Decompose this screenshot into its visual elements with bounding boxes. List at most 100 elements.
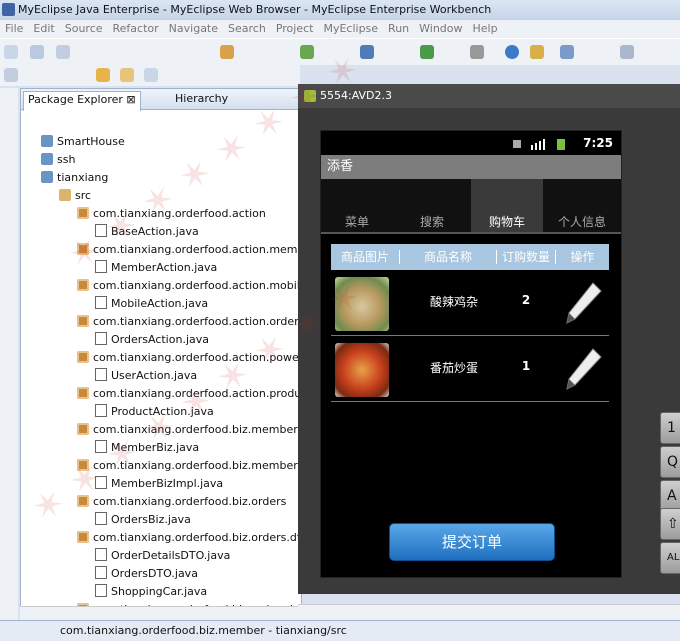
tree-item-label: com.tianxiang.orderfood.biz.orders.dto [93,531,308,544]
tree-item-label: MobileAction.java [111,297,209,310]
dish-quantity: 1 [521,359,531,373]
tree-item-label: ssh [57,153,76,166]
tree-item[interactable]: com.tianxiang.orderfood.action.member [77,241,316,259]
menu-myeclipse[interactable]: MyEclipse [318,20,383,35]
app-tab-bar: 菜单 搜索 购物车 个人信息 [321,179,621,233]
tree-item[interactable]: com.tianxiang.orderfood.action.product [77,385,312,403]
perspective-icon[interactable] [620,45,634,59]
menu-project[interactable]: Project [271,20,319,35]
java-file-icon [95,404,107,417]
tree-item[interactable]: com.tianxiang.orderfood.action.mobile [77,277,307,295]
tab-search[interactable]: 搜索 [396,179,468,233]
tab-menu[interactable]: 菜单 [321,179,393,233]
tree-item-label: com.tianxiang.orderfood.action.product [93,387,312,400]
tree-item[interactable]: MobileAction.java [95,295,208,313]
save-icon[interactable] [30,45,44,59]
tree-item[interactable]: OrdersDTO.java [95,565,198,583]
tree-item[interactable]: com.tianxiang.orderfood.action.power [77,349,303,367]
tree-item[interactable]: com.tianxiang.orderfood.biz.orders [77,493,286,511]
open-type-icon[interactable] [530,45,544,59]
tab-package-explorer[interactable]: Package Explorer ⊠ [23,91,141,111]
row-divider [331,401,609,402]
tree-item[interactable]: MemberAction.java [95,259,217,277]
external-tools-icon[interactable] [470,45,484,59]
close-icon[interactable]: ⊠ [126,93,135,106]
tree-item[interactable]: com.tianxiang.orderfood.action [77,205,266,223]
cart-row[interactable]: 酸辣鸡杂 2 [331,271,609,337]
tree-item[interactable]: tianxiang [41,169,108,187]
menu-navigate[interactable]: Navigate [164,20,223,35]
server-icon[interactable] [300,45,314,59]
run-icon[interactable] [360,45,374,59]
tree-item[interactable]: com.tianxiang.orderfood.biz.member.im [77,457,314,475]
status-bar: com.tianxiang.orderfood.biz.member - tia… [0,620,680,641]
package-icon [77,531,89,543]
tab-personal-info[interactable]: 个人信息 [546,179,618,233]
search-icon[interactable] [560,45,574,59]
menu-source[interactable]: Source [60,20,108,35]
tree-item[interactable]: com.tianxiang.orderfood.action.orders [77,313,304,331]
tree-item-label: com.tianxiang.orderfood.action.mobile [93,279,307,292]
tree-item[interactable]: MemberBiz.java [95,439,199,457]
submit-order-button[interactable]: 提交订单 [389,523,555,561]
java-file-icon [95,476,107,489]
debug-icon[interactable] [420,45,434,59]
deploy-icon[interactable] [220,45,234,59]
editor-horizontal-scrollbar[interactable] [298,604,680,621]
tree-item[interactable]: OrdersAction.java [95,331,209,349]
tree-item-label: ProductAction.java [111,405,214,418]
tree-item[interactable]: ProductAction.java [95,403,214,421]
key-shift-icon[interactable]: ⇧ [660,508,680,540]
horizontal-scrollbar[interactable] [20,606,300,621]
menu-help[interactable]: Help [468,20,503,35]
food-image [335,343,389,397]
menu-refactor[interactable]: Refactor [108,20,164,35]
tree-item[interactable]: ShoppingCar.java [95,583,207,601]
tree-item[interactable]: com.tianxiang.orderfood.biz.orders.dto [77,529,308,547]
java-file-icon [95,548,107,561]
key-q[interactable]: Q [660,446,680,478]
package-icon [77,315,89,327]
back-icon[interactable] [120,68,134,82]
tree-item[interactable]: ssh [41,151,75,169]
main-toolbar [0,38,680,65]
dish-name: 酸辣鸡杂 [429,295,478,309]
tree-item[interactable]: SmartHouse [41,133,125,151]
tab-shopping-cart[interactable]: 购物车 [471,179,543,233]
print-icon[interactable] [56,45,70,59]
menu-search[interactable]: Search [223,20,271,35]
browser-icon[interactable] [505,45,519,59]
phone-screen: 7:25 添香 菜单 搜索 购物车 个人信息 商品图片 商品名称 订购数量 操作… [320,130,622,578]
menu-file[interactable]: File [0,20,28,35]
tree-item-label: com.tianxiang.orderfood.action [93,207,266,220]
key-alt[interactable]: AL [660,542,680,574]
new-icon[interactable] [4,45,18,59]
menu-window[interactable]: Window [414,20,467,35]
key-1[interactable]: 1 [660,412,680,444]
column-header-image: 商品图片 [340,250,389,264]
edit-pencil-icon[interactable] [563,281,603,327]
tree-item[interactable]: MemberBizImpl.java [95,475,223,493]
tree-item[interactable]: src [59,187,91,205]
forward-icon[interactable] [144,68,158,82]
tree-item[interactable]: OrdersBiz.java [95,511,191,529]
tree-item[interactable]: OrderDetailsDTO.java [95,547,230,565]
java-file-icon [95,332,107,345]
last-edit-icon[interactable] [96,68,110,82]
signal-battery-icon [513,139,565,150]
tree-item-label: com.tianxiang.orderfood.biz.orders [93,495,287,508]
tab-hierarchy[interactable]: Hierarchy [171,91,232,110]
tree-item-label: MemberAction.java [111,261,218,274]
tree-item[interactable]: UserAction.java [95,367,197,385]
cart-row[interactable]: 番茄炒蛋 1 [331,337,609,403]
tree-item[interactable]: BaseAction.java [95,223,199,241]
next-annotation-icon[interactable] [4,68,18,82]
tree-item[interactable]: com.tianxiang.orderfood.biz.member [77,421,298,439]
menu-edit[interactable]: Edit [28,20,59,35]
edit-pencil-icon[interactable] [563,347,603,393]
package-icon [77,495,89,507]
menu-run[interactable]: Run [383,20,414,35]
java-file-icon [95,512,107,525]
package-icon [77,243,89,255]
package-icon [77,279,89,291]
